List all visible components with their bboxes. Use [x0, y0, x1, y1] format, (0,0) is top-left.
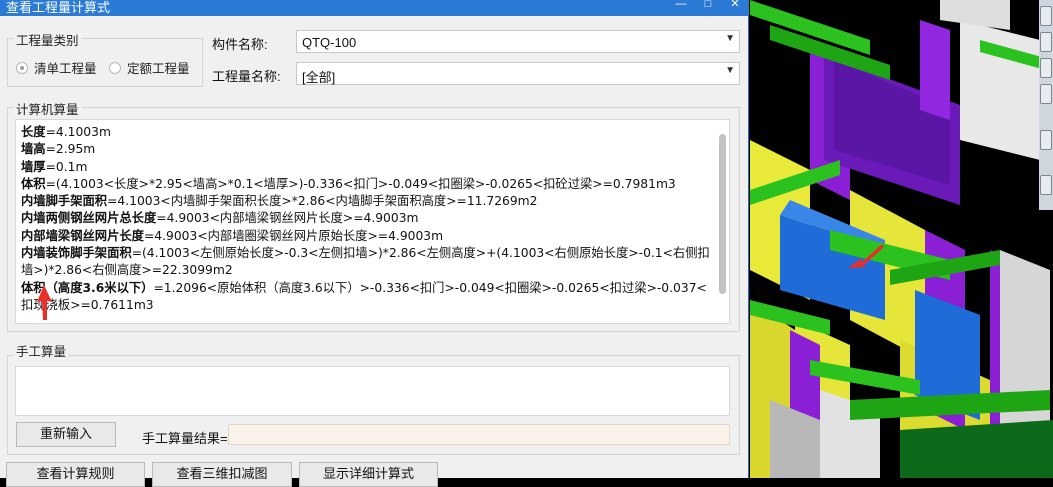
- 3d-model-viewport[interactable]: [750, 0, 1053, 478]
- formula-line-name: 内墙两侧钢丝网片总长度: [21, 211, 157, 226]
- orbit-tool-icon[interactable]: [1040, 130, 1052, 150]
- window-title: 查看工程量计算式: [6, 0, 111, 15]
- manual-calc-textarea[interactable]: [15, 366, 730, 416]
- layer-tool-icon[interactable]: [1040, 175, 1052, 195]
- formula-line-name: 墙厚: [21, 159, 46, 174]
- close-button[interactable]: ✕: [724, 0, 746, 12]
- formula-line-name: 内墙脚手架面积: [21, 194, 108, 209]
- formula-line: 墙高=2.95m: [21, 141, 711, 158]
- title-bar: 查看工程量计算式 — □ ✕: [0, 0, 749, 16]
- view-calc-rules-button[interactable]: 查看计算规则: [6, 462, 145, 487]
- chevron-down-icon: ▼: [725, 65, 735, 76]
- formula-line-expr: =4.9003<内部墙梁钢丝网片长度>=4.9003m: [156, 211, 419, 226]
- viewport-toolstrip: [1039, 0, 1053, 210]
- component-name-label: 构件名称:: [212, 37, 268, 52]
- formula-line-name: 体积: [21, 176, 46, 191]
- zoom-tool-icon[interactable]: [1040, 84, 1052, 104]
- manual-result-label: 手工算量结果=: [142, 431, 228, 446]
- formula-line-expr: =0.1m: [45, 159, 88, 174]
- formula-line-expr: =(4.1003<长度>*2.95<墙高>*0.1<墙厚>)-0.336<扣门>…: [45, 176, 676, 191]
- quantity-name-value: [全部]: [302, 70, 336, 85]
- radio-bill-quantity[interactable]: 清单工程量: [16, 58, 97, 77]
- formula-line: 内墙脚手架面积=4.1003<内墙脚手架面积长度>*2.86<内墙脚手架面积高度…: [21, 193, 711, 210]
- formula-line: 体积（高度3.6米以下）=1.2096<原始体积（高度3.6以下）>-0.336…: [21, 280, 711, 315]
- radio-bill-quantity-label: 清单工程量: [34, 62, 97, 76]
- quantity-name-label: 工程量名称:: [212, 69, 281, 84]
- quantity-name-combo[interactable]: [全部] ▼: [296, 62, 740, 85]
- chevron-down-icon: ▼: [725, 33, 735, 44]
- reinput-button[interactable]: 重新输入: [16, 422, 116, 447]
- manual-calc-label: 手工算量: [14, 341, 69, 360]
- radio-quota-quantity[interactable]: 定额工程量: [109, 58, 190, 77]
- formula-line: 内墙装饰脚手架面积=(4.1003<左侧原始长度>-0.3<左侧扣墙>)*2.8…: [21, 245, 711, 280]
- formula-text: 长度=4.1003m 墙高=2.95m 墙厚=0.1m 体积=(4.1003<长度>*…: [21, 124, 711, 314]
- rotate-tool-icon[interactable]: [1040, 32, 1052, 52]
- formula-line-name: 内部墙梁钢丝网片长度: [21, 228, 144, 243]
- minimize-button[interactable]: —: [670, 0, 692, 12]
- formula-line: 体积=(4.1003<长度>*2.95<墙高>*0.1<墙厚>)-0.336<扣…: [21, 176, 711, 193]
- formula-line-expr: =4.9003<内部墙圈梁钢丝网片原始长度>=4.9003m: [143, 228, 444, 243]
- formula-line-name: 墙高: [21, 142, 46, 157]
- formula-line-expr: =4.1003m: [45, 125, 111, 139]
- formula-line-expr: =2.95m: [45, 142, 96, 157]
- annotation-arrow-up: [37, 285, 52, 320]
- radio-selected-icon: [16, 61, 28, 74]
- radio-unselected-icon: [109, 61, 121, 74]
- computer-calc-textarea[interactable]: 长度=4.1003m 墙高=2.95m 墙厚=0.1m 体积=(4.1003<长度>*…: [15, 119, 730, 324]
- maximize-button[interactable]: □: [697, 0, 719, 12]
- component-name-combo[interactable]: QTQ-100 ▼: [296, 30, 740, 53]
- category-group-label: 工程量类别: [14, 30, 81, 49]
- formula-line: 长度=4.1003m: [21, 124, 711, 141]
- pan-tool-icon[interactable]: [1040, 58, 1052, 78]
- vertical-scrollbar[interactable]: [719, 134, 726, 294]
- formula-line: 内墙两侧钢丝网片总长度=4.9003<内部墙梁钢丝网片长度>=4.9003m: [21, 210, 711, 227]
- formula-line-name: 内墙装饰脚手架面积: [21, 246, 132, 261]
- computer-calc-label: 计算机算量: [14, 99, 81, 118]
- component-name-value: QTQ-100: [302, 35, 357, 50]
- formula-line: 内部墙梁钢丝网片长度=4.9003<内部墙圈梁钢丝网片原始长度>=4.9003m: [21, 228, 711, 245]
- quantity-formula-dialog: 查看工程量计算式 — □ ✕ 工程量类别 清单工程量 定额工程量 构件名称: Q…: [0, 0, 749, 487]
- 3d-building-model: [750, 0, 1053, 478]
- formula-line-expr: =4.1003<内墙脚手架面积长度>*2.86<内墙脚手架面积高度>=11.72…: [107, 194, 538, 209]
- radio-quota-quantity-label: 定额工程量: [127, 62, 190, 76]
- show-detail-formula-button[interactable]: 显示详细计算式: [299, 462, 438, 487]
- view-tool-icon[interactable]: [1040, 6, 1052, 26]
- view-3d-deduction-button[interactable]: 查看三维扣减图: [152, 462, 292, 487]
- manual-result-field[interactable]: [228, 424, 730, 445]
- formula-line-name: 长度: [21, 125, 46, 139]
- formula-line: 墙厚=0.1m: [21, 159, 711, 176]
